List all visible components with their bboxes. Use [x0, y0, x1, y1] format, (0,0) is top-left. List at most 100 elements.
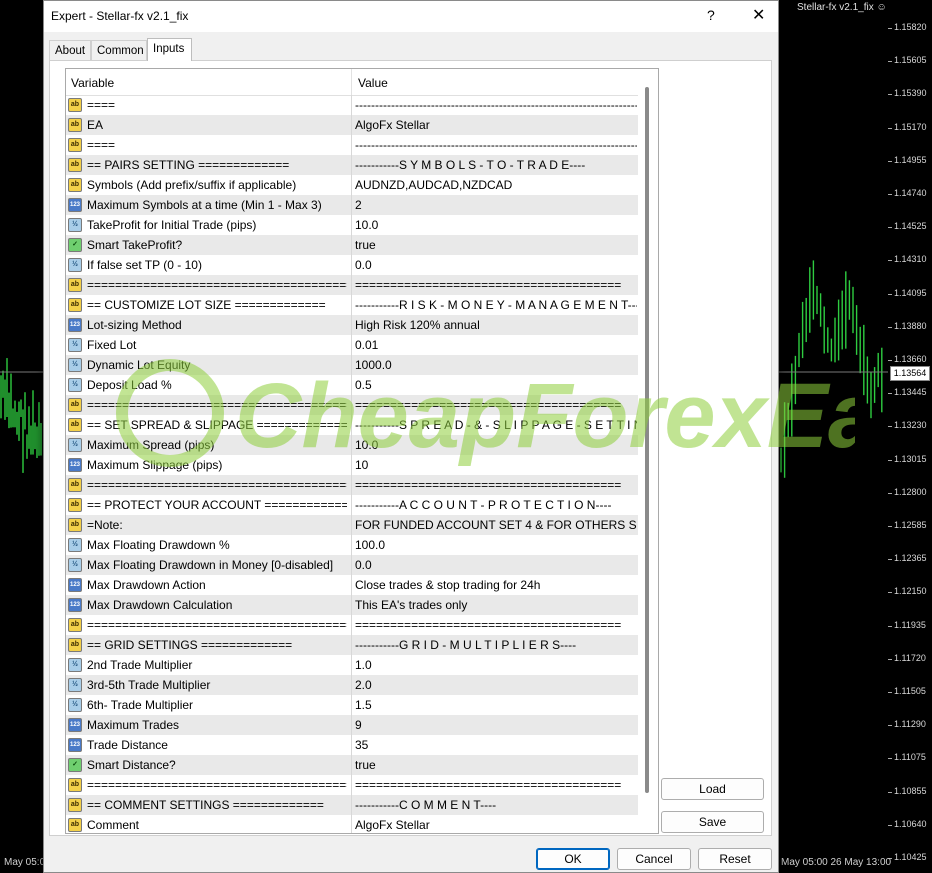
variable-value[interactable]: -----------A C C O U N T - P R O T E C T…: [355, 498, 637, 512]
close-button[interactable]: ✕: [752, 5, 765, 25]
variable-value[interactable]: 0.0: [355, 558, 637, 572]
variable-name: 3rd-5th Trade Multiplier: [87, 678, 211, 692]
tab-inputs[interactable]: Inputs: [147, 38, 192, 61]
table-row[interactable]: ✓ Smart TakeProfit? true: [66, 235, 638, 255]
variable-value[interactable]: 1.5: [355, 698, 637, 712]
table-row[interactable]: 123 Maximum Symbols at a time (Min 1 - Ma…: [66, 195, 638, 215]
table-row[interactable]: ½ 3rd-5th Trade Multiplier 2.0: [66, 675, 638, 695]
vertical-scrollbar[interactable]: [639, 69, 656, 833]
variable-name: EA: [87, 118, 104, 132]
table-row[interactable]: ½ Dynamic Lot Equity 1000.0: [66, 355, 638, 375]
table-row[interactable]: ab EA AlgoFx Stellar: [66, 115, 638, 135]
variable-value[interactable]: 0.5: [355, 378, 637, 392]
table-row[interactable]: ½ Maximum Spread (pips) 10.0: [66, 435, 638, 455]
variable-value[interactable]: AUDNZD,AUDCAD,NZDCAD: [355, 178, 637, 192]
table-row[interactable]: ab ======================================…: [66, 615, 638, 635]
table-row[interactable]: ½ If false set TP (0 - 10) 0.0: [66, 255, 638, 275]
table-row[interactable]: ab ======================================…: [66, 475, 638, 495]
table-row[interactable]: ab == COMMENT SETTINGS ============= -----…: [66, 795, 638, 815]
table-row[interactable]: ab Symbols (Add prefix/suffix if applicab…: [66, 175, 638, 195]
table-row[interactable]: 123 Lot-sizing Method High Risk 120% annua…: [66, 315, 638, 335]
column-header-variable[interactable]: Variable: [71, 76, 114, 90]
integer-type-icon: 123: [68, 598, 82, 612]
variable-value[interactable]: ----------------------------------------…: [355, 98, 637, 112]
table-row[interactable]: ½ Max Floating Drawdown % 100.0: [66, 535, 638, 555]
tab-about[interactable]: About: [49, 40, 91, 60]
table-row[interactable]: ab ======================================…: [66, 775, 638, 795]
variable-value[interactable]: ======================================: [355, 618, 637, 632]
load-button[interactable]: Load: [661, 778, 764, 800]
variable-value[interactable]: FOR FUNDED ACCOUNT SET 4 & FOR OTHERS SE…: [355, 518, 637, 532]
variable-value[interactable]: Close trades & stop trading for 24h: [355, 578, 637, 592]
table-row[interactable]: ½ Deposit Load % 0.5: [66, 375, 638, 395]
variable-value[interactable]: ----------------------------------------…: [355, 138, 637, 152]
variable-name: == GRID SETTINGS =============: [87, 638, 293, 652]
variable-value[interactable]: 100.0: [355, 538, 637, 552]
table-row[interactable]: ab ======================================…: [66, 395, 638, 415]
double-type-icon: ½: [68, 378, 82, 392]
table-row[interactable]: ab == PROTECT YOUR ACCOUNT ============= -…: [66, 495, 638, 515]
variable-value[interactable]: true: [355, 238, 637, 252]
table-row[interactable]: ½ Fixed Lot 0.01: [66, 335, 638, 355]
table-row[interactable]: ab == GRID SETTINGS ============= --------…: [66, 635, 638, 655]
table-row[interactable]: ½ Max Floating Drawdown in Money [0-disab…: [66, 555, 638, 575]
table-header: Variable Value: [66, 69, 638, 96]
table-row[interactable]: 123 Maximum Trades 9: [66, 715, 638, 735]
table-row[interactable]: ab ======================================…: [66, 275, 638, 295]
variable-value[interactable]: 2.0: [355, 678, 637, 692]
variable-value[interactable]: This EA's trades only: [355, 598, 637, 612]
variable-value[interactable]: High Risk 120% annual: [355, 318, 637, 332]
price-tick-label: 1.11720: [888, 652, 926, 663]
variable-value[interactable]: 10.0: [355, 218, 637, 232]
table-row[interactable]: ½ TakeProfit for Initial Trade (pips) 10.0: [66, 215, 638, 235]
variable-value[interactable]: 10.0: [355, 438, 637, 452]
variable-value[interactable]: 10: [355, 458, 637, 472]
variable-value[interactable]: 1000.0: [355, 358, 637, 372]
variable-value[interactable]: 35: [355, 738, 637, 752]
variable-value[interactable]: AlgoFx Stellar: [355, 118, 637, 132]
reset-button[interactable]: Reset: [698, 848, 772, 870]
table-row[interactable]: 123 Max Drawdown Action Close trades & sto…: [66, 575, 638, 595]
table-row[interactable]: ½ 2nd Trade Multiplier 1.0: [66, 655, 638, 675]
ok-button[interactable]: OK: [536, 848, 610, 870]
table-row[interactable]: ½ 6th- Trade Multiplier 1.5: [66, 695, 638, 715]
variable-value[interactable]: -----------C O M M E N T----: [355, 798, 637, 812]
variable-value[interactable]: 1.0: [355, 658, 637, 672]
price-tick-label: 1.14525: [888, 221, 927, 232]
table-row[interactable]: 123 Max Drawdown Calculation This EA's tra…: [66, 595, 638, 615]
save-button[interactable]: Save: [661, 811, 764, 833]
variable-value[interactable]: ======================================: [355, 278, 637, 292]
variable-value[interactable]: -----------S Y M B O L S - T O - T R A D…: [355, 158, 637, 172]
variable-value[interactable]: ======================================: [355, 778, 637, 792]
variable-name: Max Drawdown Calculation: [87, 598, 233, 612]
variable-value[interactable]: ======================================: [355, 398, 637, 412]
cancel-button[interactable]: Cancel: [617, 848, 691, 870]
table-row[interactable]: ab == PAIRS SETTING ============= --------…: [66, 155, 638, 175]
dialog-titlebar[interactable]: Expert - Stellar-fx v2.1_fix ? ✕: [44, 1, 778, 32]
string-type-icon: ab: [68, 618, 82, 632]
help-button[interactable]: ?: [707, 7, 715, 23]
tab-common[interactable]: Common: [91, 40, 147, 60]
table-row[interactable]: ab ==== ----------------------------------…: [66, 95, 638, 115]
variable-value[interactable]: -----------G R I D - M U L T I P L I E R…: [355, 638, 637, 652]
variable-value[interactable]: 0.0: [355, 258, 637, 272]
table-row[interactable]: ab =Note: FOR FUNDED ACCOUNT SET 4 & FOR O…: [66, 515, 638, 535]
column-header-value[interactable]: Value: [358, 76, 388, 90]
table-row[interactable]: ab ==== ----------------------------------…: [66, 135, 638, 155]
table-row[interactable]: ab == SET SPREAD & SLIPPAGE =============…: [66, 415, 638, 435]
table-row[interactable]: 123 Trade Distance 35: [66, 735, 638, 755]
table-row[interactable]: ✓ Smart Distance? true: [66, 755, 638, 775]
variable-value[interactable]: ======================================: [355, 478, 637, 492]
variable-value[interactable]: -----------S P R E A D - & - S L I P P A…: [355, 418, 637, 432]
variable-value[interactable]: 2: [355, 198, 637, 212]
table-row[interactable]: 123 Maximum Slippage (pips) 10: [66, 455, 638, 475]
variable-name: == PAIRS SETTING =============: [87, 158, 290, 172]
table-row[interactable]: ab == CUSTOMIZE LOT SIZE ============= ---…: [66, 295, 638, 315]
variable-value[interactable]: true: [355, 758, 637, 772]
scrollbar-thumb[interactable]: [645, 87, 649, 793]
variable-value[interactable]: 0.01: [355, 338, 637, 352]
variable-value[interactable]: -----------R I S K - M O N E Y - M A N A…: [355, 298, 637, 312]
variable-value[interactable]: AlgoFx Stellar: [355, 818, 637, 832]
variable-value[interactable]: 9: [355, 718, 637, 732]
table-row[interactable]: ab Comment AlgoFx Stellar: [66, 815, 638, 833]
